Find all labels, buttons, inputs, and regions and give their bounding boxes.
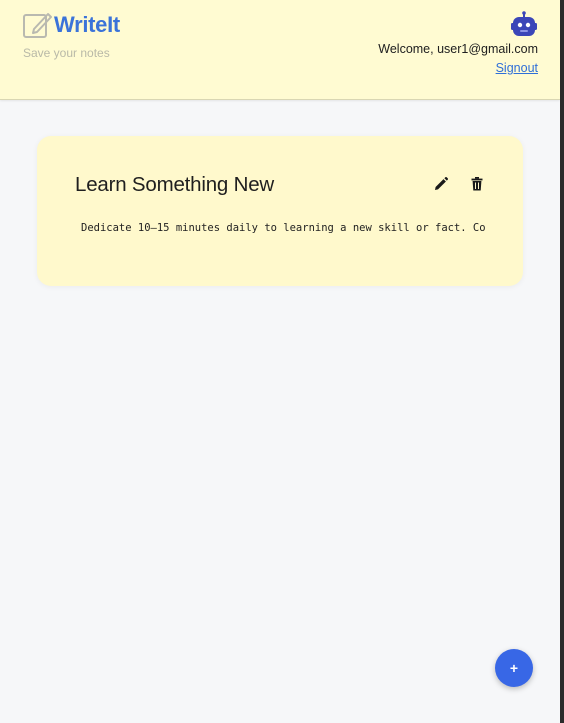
- note-actions: [433, 176, 485, 192]
- pencil-square-icon: [23, 13, 52, 38]
- note-card[interactable]: Learn Something New Dedicate 10–15 minut…: [37, 136, 523, 286]
- app-header: WriteIt Save your notes Welcome, user1@g…: [0, 0, 560, 100]
- brand[interactable]: WriteIt: [22, 10, 120, 40]
- note-body: Dedicate 10–15 minutes daily to learning…: [81, 222, 486, 234]
- brand-title: WriteIt: [54, 12, 120, 37]
- app-viewport: WriteIt Save your notes Welcome, user1@g…: [0, 0, 560, 723]
- trash-icon-glyph: [471, 177, 483, 191]
- trash-icon[interactable]: [469, 176, 485, 192]
- brand-tagline: Save your notes: [23, 46, 110, 60]
- add-note-button[interactable]: +: [495, 649, 533, 687]
- signout-link[interactable]: Signout: [496, 61, 538, 75]
- pencil-icon[interactable]: [433, 176, 449, 192]
- pencil-icon-glyph: [435, 177, 448, 190]
- welcome-text: Welcome, user1@gmail.com: [378, 42, 538, 56]
- note-title: Learn Something New: [75, 173, 275, 196]
- robot-avatar-icon[interactable]: [510, 11, 538, 39]
- window-edge: [560, 0, 564, 723]
- plus-icon: +: [509, 660, 519, 676]
